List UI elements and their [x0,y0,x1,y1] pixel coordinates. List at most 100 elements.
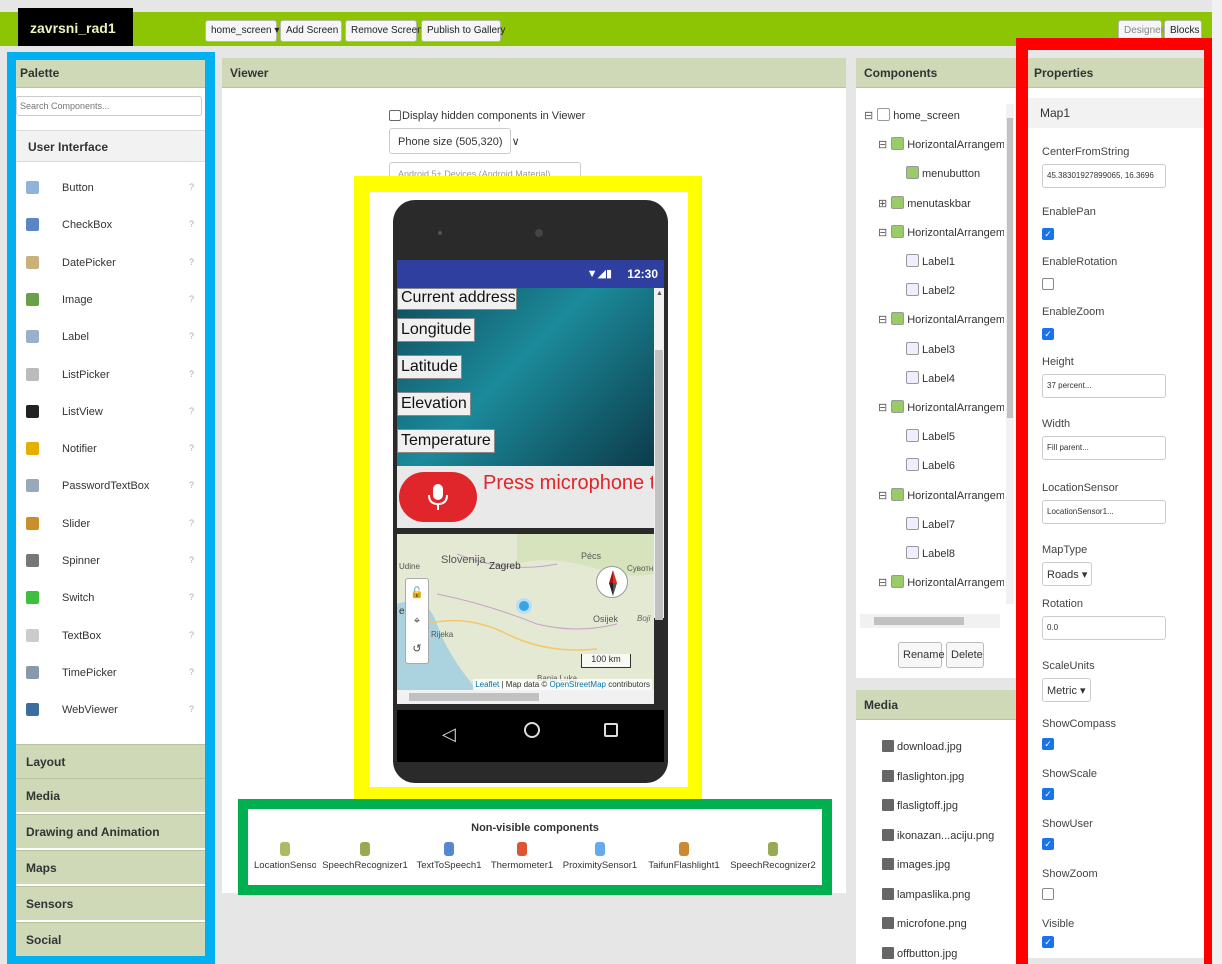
tree-node-label: Label7 [922,518,956,531]
tree-node[interactable]: Label1 [892,254,955,268]
page-scrollbar[interactable] [1212,0,1222,964]
nonvisible-highlight-frame [238,799,832,895]
arrangement-icon [891,137,905,151]
media-item[interactable]: offbutton.jpg [882,946,958,960]
tree-node[interactable]: ⊞ menutaskbar [878,195,971,210]
label-icon [906,546,919,559]
tree-node[interactable]: ⊟ HorizontalArrangemer [878,312,1004,326]
tree-node-label: HorizontalArrangemer [907,226,1004,239]
tree-node[interactable]: Label4 [892,370,955,385]
tree-node-label: HorizontalArrangemer [907,577,1004,590]
arrangement-icon [891,400,905,413]
tree-horizontal-scrollbar[interactable] [860,614,1000,628]
image-file-icon [882,799,894,811]
image-file-icon [882,917,894,929]
tree-node-label: Label8 [922,548,956,560]
media-item-label: offbutton.jpg [897,947,958,960]
label-icon [906,370,919,384]
palette-highlight-frame [7,52,215,964]
tree-node[interactable]: ⊟ HorizontalArrangemer [878,137,1004,151]
chevron-down-icon: ∨ [511,136,520,148]
media-item-label: lampaslika.png [897,888,971,901]
media-item[interactable]: download.jpg [882,740,962,753]
tree-node-label: menubutton [922,168,981,181]
tree-vertical-scrollbar[interactable] [1006,104,1014,604]
tree-hscroll-thumb[interactable] [874,617,964,625]
components-title: Components [856,58,1016,88]
image-file-icon [882,946,894,959]
tree-node[interactable]: ⊟ home_screen [864,108,960,122]
tree-node[interactable]: menubutton [892,166,980,180]
tree-node-label: Label5 [922,431,956,444]
arrangement-icon [891,487,905,501]
phone-highlight-frame [354,176,702,801]
arrangement-icon [891,195,905,209]
properties-highlight-frame [1016,38,1212,964]
tree-node[interactable]: ⊟ HorizontalArrangemer [878,575,1004,589]
media-item[interactable]: images.jpg [882,858,950,871]
arrangement-icon [891,312,905,326]
label-icon [906,283,919,297]
remove-screen-button[interactable]: Remove Screen [345,20,423,42]
screen-icon [877,108,891,121]
label-icon [906,458,919,472]
tree-node-label: HorizontalArrangemer [907,402,1004,414]
media-item-label: images.jpg [897,859,951,871]
delete-button[interactable]: Delete [946,642,984,668]
label-icon [906,516,919,530]
media-item-label: ikonazan...aciju.png [897,829,995,842]
collapse-icon[interactable]: ⊟ [878,227,887,239]
media-panel: Media download.jpg flaslighton.jpg flaslig… [856,690,1016,964]
media-item[interactable]: flaslighton.jpg [882,769,964,783]
viewer-title: Viewer [222,58,846,88]
tree-node[interactable]: Label5 [892,429,955,443]
collapse-icon[interactable]: ⊟ [878,402,887,414]
display-hidden-label: Display hidden components in Viewer [402,110,586,122]
media-item[interactable]: ikonazan...aciju.png [882,828,995,842]
media-item[interactable]: flasligtoff.jpg [882,799,958,812]
media-title: Media [856,690,1016,720]
phone-size-select[interactable]: Phone size (505,320) ∨ [389,128,520,154]
image-file-icon [882,887,894,900]
media-item-label: download.jpg [897,741,962,753]
display-hidden-checkbox[interactable] [389,110,401,121]
tree-node[interactable]: ⊟ HorizontalArrangemer [878,487,1004,502]
tree-node[interactable]: ⊟ HorizontalArrangemer [878,400,1004,414]
rename-button[interactable]: Rename [898,642,945,668]
tree-node-label: Label1 [922,256,956,268]
components-panel: Components ⊟ home_screen ⊟ HorizontalArrang… [856,58,1016,678]
collapse-icon[interactable]: ⊟ [878,139,887,151]
tree-node-label: Label2 [922,285,956,298]
collapse-icon[interactable]: ⊟ [878,490,887,502]
image-file-icon [882,740,894,752]
label-icon [906,254,919,267]
collapse-icon[interactable]: ⊟ [878,314,887,326]
media-item-label: flasligtoff.jpg [897,800,958,812]
tree-node[interactable]: ⊟ HorizontalArrangemer [878,224,1004,239]
tree-node-label: menutaskbar [907,197,971,210]
tree-node[interactable]: Label2 [892,283,955,297]
arrangement-icon [891,575,905,589]
tree-node-label: HorizontalArrangemer [907,489,1004,502]
media-item[interactable]: lampaslika.png [882,887,971,901]
collapse-icon[interactable]: ⊟ [878,577,887,589]
publish-gallery-button[interactable]: Publish to Gallery [421,20,505,42]
screen-select[interactable]: home_screen ▾ [205,20,279,42]
media-item[interactable]: microfone.png [882,917,967,930]
label-icon [906,429,919,443]
tree-scroll-thumb[interactable] [1007,118,1013,418]
add-screen-button[interactable]: Add Screen ... [280,20,342,42]
tree-node[interactable]: Label7 [892,516,956,531]
tree-node[interactable]: Label6 [892,458,955,472]
image-file-icon [882,769,894,782]
tree-node-label: home_screen [893,110,960,122]
tree-node[interactable]: Label3 [892,341,956,356]
tree-node-label: HorizontalArrangemer [907,314,1004,327]
phone-size-value: Phone size (505,320) [398,136,503,148]
tree-node[interactable]: Label8 [892,546,955,560]
label-icon [906,341,919,355]
collapse-icon[interactable]: ⊟ [864,110,873,122]
expand-icon[interactable]: ⊞ [878,198,887,210]
tree-node-label: Label3 [922,343,956,356]
tree-node-label: HorizontalArrangemer [907,139,1004,152]
